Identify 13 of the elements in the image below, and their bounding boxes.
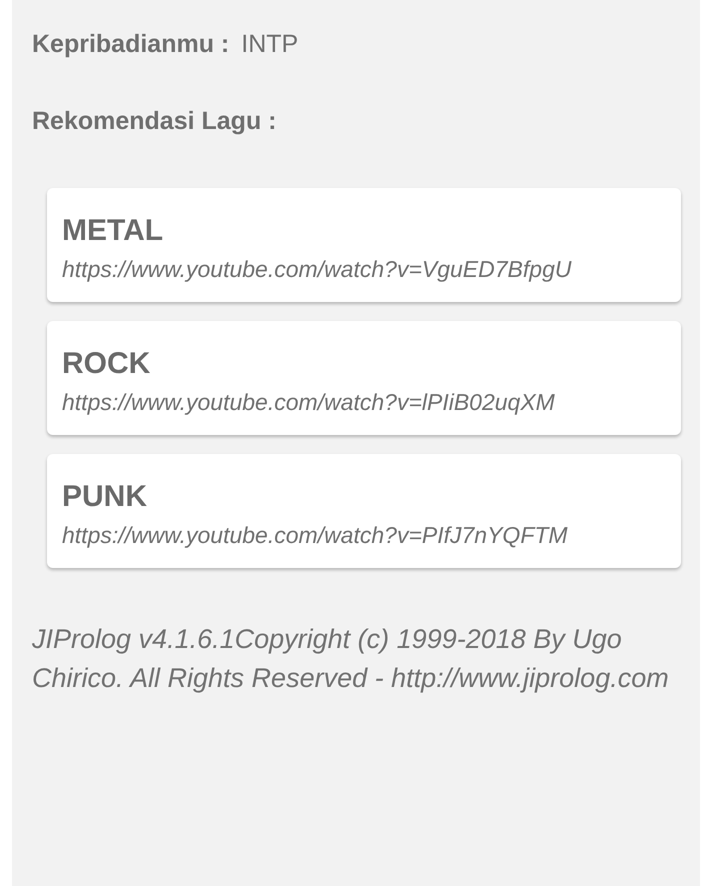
song-url: https://www.youtube.com/watch?v=VguED7BfpgU bbox=[62, 255, 572, 284]
genre-title: PUNK bbox=[62, 480, 148, 514]
song-url: https://www.youtube.com/watch?v=PIfJ7nYQFTM bbox=[62, 521, 569, 550]
copyright-text: JIProlog v4.1.6.1Copyright (c) 1999-2018 By Ugo Chirico. All Rights Reserved - http://www.jiprolog.com bbox=[32, 623, 670, 695]
genre-title: ROCK bbox=[62, 347, 152, 381]
genre-title: METAL bbox=[62, 214, 164, 248]
song-card[interactable]: PUNK https://www.youtube.com/watch?v=PIfJ7nYQFTM bbox=[47, 454, 681, 568]
personality-label: Kepribadianmu : bbox=[32, 30, 230, 59]
recommendation-heading: Rekomendasi Lagu : bbox=[32, 107, 278, 136]
song-card[interactable]: ROCK https://www.youtube.com/watch?v=lPIiB02uqXM bbox=[47, 321, 681, 435]
song-url: https://www.youtube.com/watch?v=lPIiB02uqXM bbox=[62, 388, 556, 417]
song-card[interactable]: METAL https://www.youtube.com/watch?v=VguED7BfpgU bbox=[47, 188, 681, 302]
personality-value: INTP bbox=[241, 30, 298, 59]
